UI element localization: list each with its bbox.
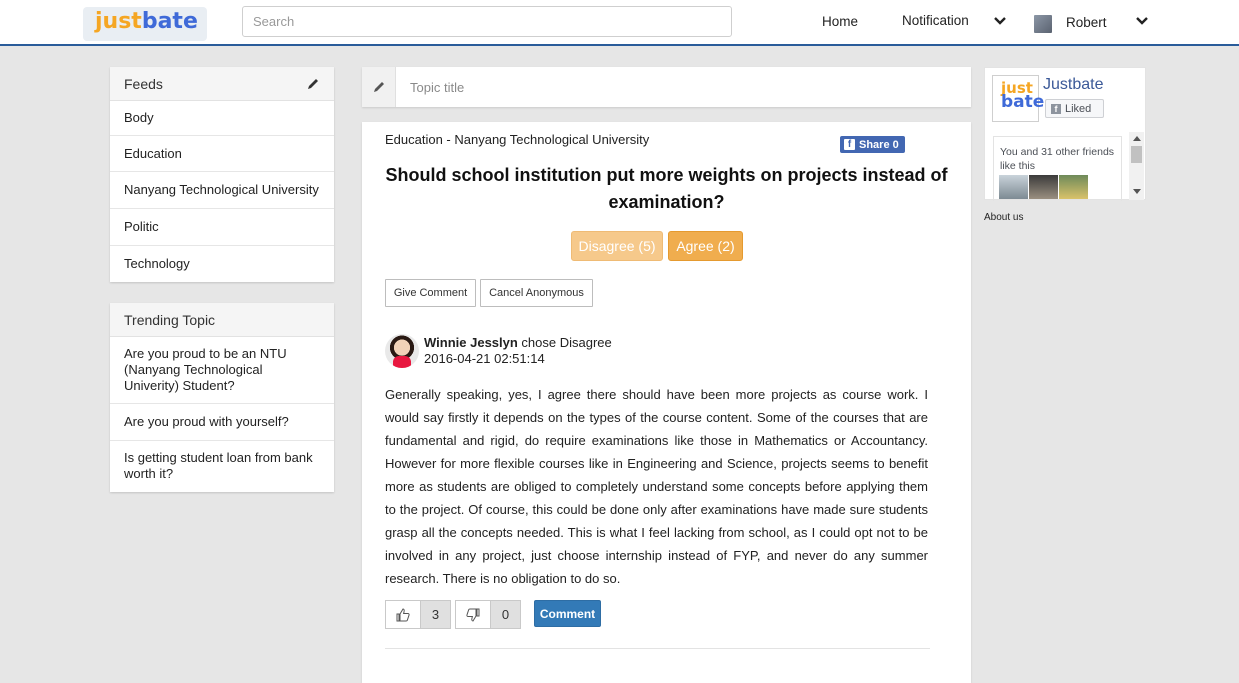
new-topic-bar (362, 67, 971, 107)
trending-item-label: Are you proud with yourself? (124, 414, 289, 429)
user-avatar[interactable] (1034, 15, 1052, 33)
upvote-count: 3 (421, 601, 450, 628)
liked-label: Liked (1065, 102, 1092, 115)
cancel-anonymous-button[interactable]: Cancel Anonymous (480, 279, 593, 307)
friend-avatar[interactable] (999, 175, 1028, 199)
feed-item-label: Body (124, 110, 154, 125)
feed-item-label: Education (124, 145, 182, 161)
widget-scrollbar[interactable] (1129, 132, 1144, 200)
widget-logo-bate: bate (1001, 92, 1045, 112)
facebook-icon: f (844, 139, 855, 150)
trending-item[interactable]: Are you proud with yourself? (110, 404, 334, 441)
thumbs-down-icon[interactable] (456, 601, 491, 628)
feed-item-education[interactable]: Education (110, 136, 334, 172)
feed-item-label: Technology (124, 256, 190, 271)
commenter-name[interactable]: Winnie Jesslyn (424, 335, 518, 350)
topic-pencil-icon (362, 67, 396, 107)
feed-item-ntu[interactable]: Nanyang Technological University (110, 172, 334, 209)
disagree-button[interactable]: Disagree (5) (571, 231, 663, 261)
downvote-count: 0 (491, 601, 520, 628)
feed-item-label: Nanyang Technological University (124, 182, 319, 197)
feeds-panel: Feeds Body Education Nanyang Technologic… (110, 67, 334, 282)
nav-home-link[interactable]: Home (822, 14, 858, 29)
feed-item-politic[interactable]: Politic (110, 209, 334, 246)
post-breadcrumb[interactable]: Education - Nanyang Technological Univer… (385, 132, 649, 147)
friend-thumbnails (999, 175, 1088, 199)
commenter-choice: chose Disagree (517, 335, 612, 350)
downvote-group[interactable]: 0 (455, 600, 521, 629)
feeds-header: Feeds (110, 67, 334, 101)
feed-item-technology[interactable]: Technology (110, 246, 334, 282)
facebook-page-widget: just bate Justbate f Liked You and 31 ot… (984, 67, 1146, 201)
friend-avatar[interactable] (1059, 175, 1088, 199)
comment-body: Generally speaking, yes, I agree there s… (385, 387, 928, 586)
feeds-title: Feeds (124, 75, 163, 92)
thumbs-up-icon[interactable] (386, 601, 421, 628)
feed-item-body[interactable]: Body (110, 101, 334, 136)
edit-pencil-icon[interactable] (306, 77, 320, 91)
comment-timestamp: 2016-04-21 02:51:14 (424, 351, 545, 366)
trending-item[interactable]: Is getting student loan from bank worth … (110, 441, 334, 491)
friend-avatar[interactable] (1029, 175, 1058, 199)
agree-button[interactable]: Agree (2) (668, 231, 743, 261)
scroll-thumb[interactable] (1131, 146, 1142, 163)
user-menu-chevron-down-icon[interactable] (1135, 14, 1149, 28)
commenter-avatar[interactable] (385, 334, 419, 368)
trending-item-label: Is getting student loan from bank worth … (124, 450, 313, 481)
friends-like-text: You and 31 other friends like this (1000, 146, 1115, 172)
search-input[interactable] (242, 6, 732, 37)
scroll-down-arrow-icon[interactable] (1133, 189, 1141, 194)
top-navbar: justbate Home Notification Robert (0, 0, 1239, 46)
trending-panel: Trending Topic Are you proud to be an NT… (110, 303, 334, 492)
comment-button[interactable]: Comment (534, 600, 601, 627)
share-label: Share 0 (859, 138, 899, 151)
upvote-group[interactable]: 3 (385, 600, 451, 629)
logo-bate: bate (141, 9, 198, 34)
feed-item-label: Politic (124, 219, 159, 234)
nav-notification-link[interactable]: Notification (902, 13, 969, 28)
logo-just: just (95, 9, 142, 34)
trending-item-label: Are you proud to be an NTU (Nanyang Tech… (124, 346, 287, 393)
facebook-icon: f (1051, 103, 1061, 114)
comment-divider (385, 648, 930, 649)
commenter-info: Winnie Jesslyn chose Disagree (424, 335, 612, 350)
trending-title: Trending Topic (124, 311, 216, 328)
topic-title-input[interactable] (396, 67, 971, 107)
debate-post: Education - Nanyang Technological Univer… (362, 122, 971, 683)
trending-item[interactable]: Are you proud to be an NTU (Nanyang Tech… (110, 337, 334, 404)
about-us-link[interactable]: About us (984, 212, 1023, 223)
scroll-up-arrow-icon[interactable] (1133, 136, 1141, 141)
facebook-liked-button[interactable]: f Liked (1045, 99, 1104, 118)
widget-justbate-logo[interactable]: just bate (992, 75, 1045, 122)
post-title: Should school institution put more weigh… (385, 165, 948, 212)
notification-chevron-down-icon[interactable] (993, 14, 1007, 28)
facebook-share-button[interactable]: f Share 0 (840, 136, 905, 153)
facebook-page-name[interactable]: Justbate (1043, 76, 1103, 94)
user-name[interactable]: Robert (1066, 15, 1107, 30)
justbate-logo[interactable]: justbate (83, 7, 207, 41)
trending-header: Trending Topic (110, 303, 334, 337)
give-comment-button[interactable]: Give Comment (385, 279, 476, 307)
friends-like-box: You and 31 other friends like this (993, 136, 1122, 201)
